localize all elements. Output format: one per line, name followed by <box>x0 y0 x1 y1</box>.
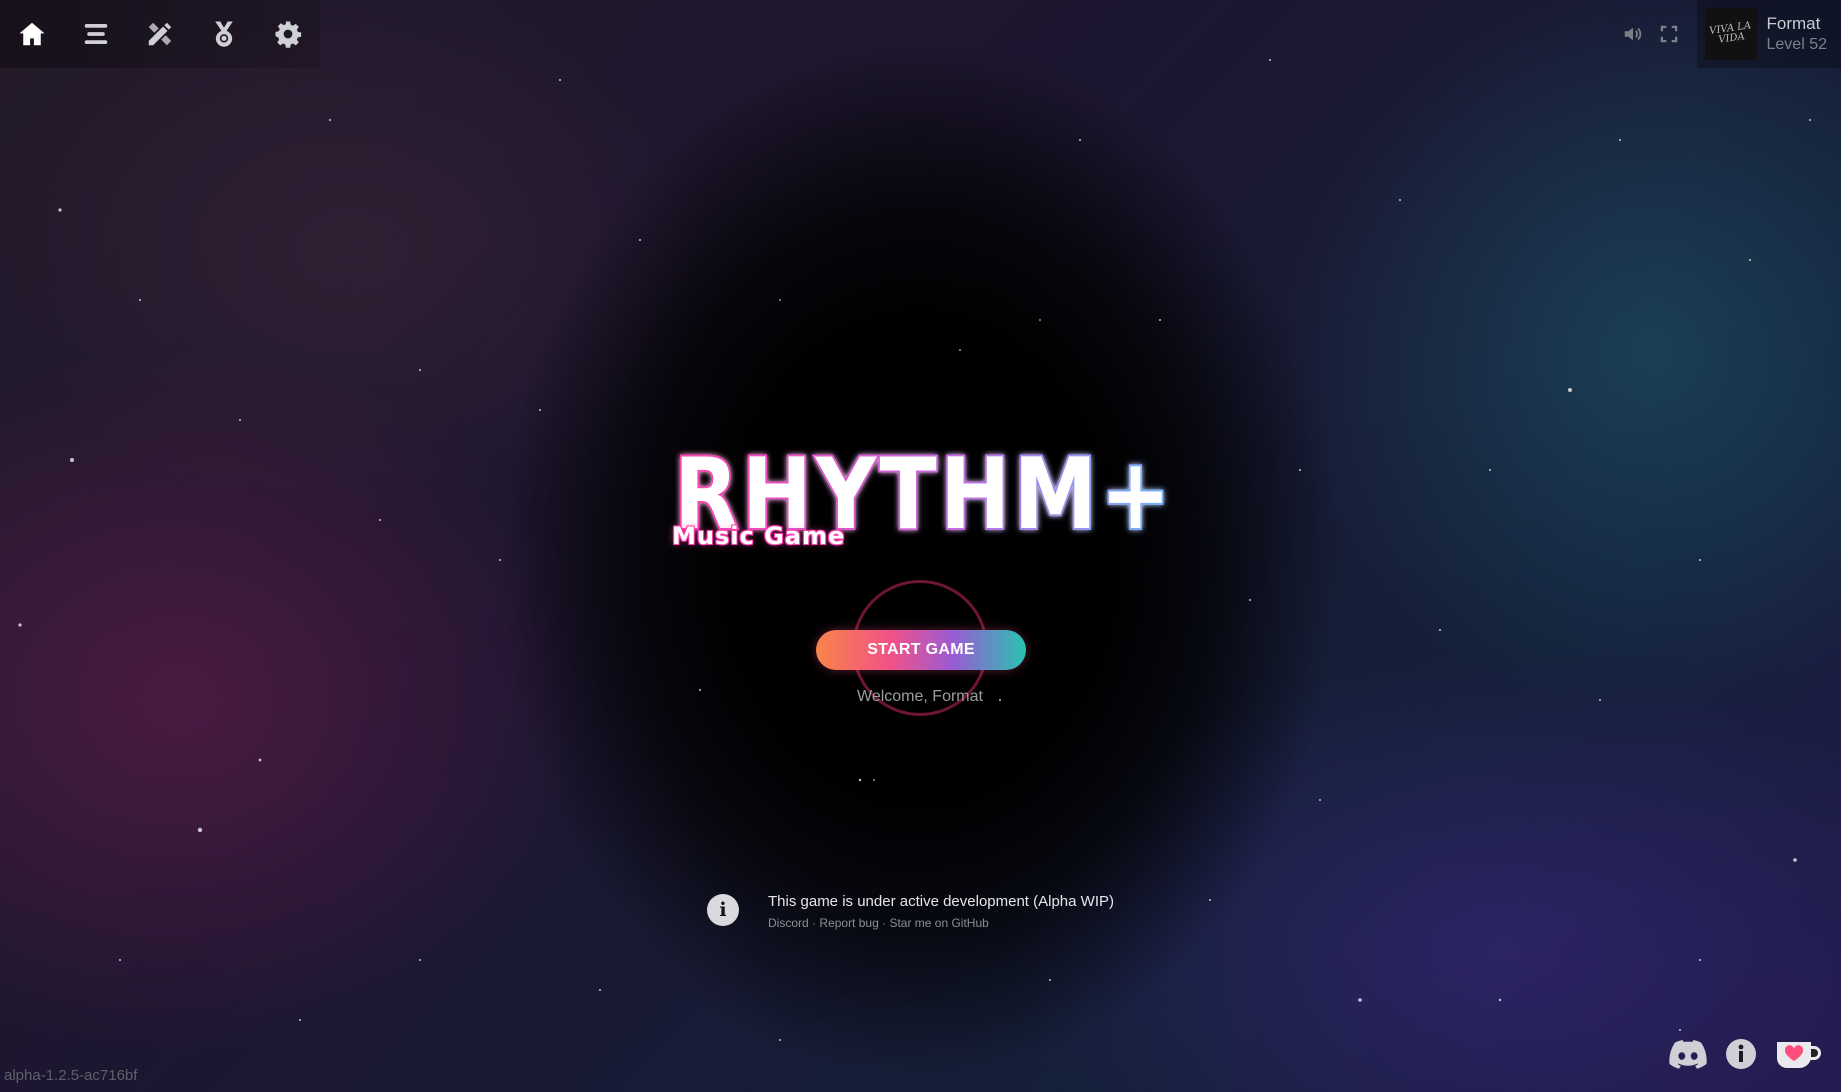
avatar: VIVA LA VIDA <box>1704 8 1757 60</box>
discord-button[interactable] <box>1669 1036 1707 1072</box>
kofi-button[interactable] <box>1775 1036 1823 1072</box>
avatar-text: VIVA LA VIDA <box>1708 20 1752 46</box>
game-logo: RHYTHM+ Music Game <box>668 436 1188 560</box>
version-label: alpha-1.2.5-ac716bf <box>4 1067 138 1084</box>
top-right-bar: VIVA LA VIDA Format Level 52 <box>1615 0 1841 68</box>
volume-button[interactable] <box>1615 16 1651 52</box>
nav-list-button[interactable] <box>64 0 128 68</box>
start-game-button[interactable]: START GAME <box>816 630 1026 670</box>
about-button[interactable] <box>1725 1036 1757 1072</box>
info-icon: i <box>707 894 739 926</box>
profile-button[interactable]: VIVA LA VIDA Format Level 52 <box>1696 0 1841 68</box>
profile-info: Format Level 52 <box>1767 14 1828 54</box>
volume-icon <box>1624 27 1641 41</box>
pencil-ruler-icon <box>148 22 172 46</box>
discord-link[interactable]: Discord <box>768 916 809 930</box>
link-separator: · <box>882 916 887 930</box>
medal-icon <box>215 21 233 47</box>
link-separator: · <box>812 916 817 930</box>
list-icon <box>84 24 108 44</box>
gear-icon <box>275 21 302 48</box>
user-level: Level 52 <box>1766 36 1828 53</box>
fullscreen-button[interactable] <box>1651 16 1687 52</box>
top-nav <box>0 0 320 68</box>
start-game-label: START GAME <box>867 641 975 658</box>
info-icon <box>1726 1039 1756 1069</box>
nav-achievements-button[interactable] <box>192 0 256 68</box>
username: Format <box>1766 14 1821 33</box>
fullscreen-icon <box>1660 25 1677 43</box>
home-icon <box>19 22 45 46</box>
kofi-icon <box>1777 1042 1821 1069</box>
nav-home-button[interactable] <box>0 0 64 68</box>
report-bug-link[interactable]: Report bug <box>819 916 878 930</box>
discord-icon <box>1669 1040 1707 1069</box>
dev-notice-text: This game is under active development (A… <box>768 893 1114 910</box>
welcome-text: Welcome, Format <box>857 688 983 705</box>
logo-subtitle: Music Game <box>672 522 846 550</box>
nav-editor-button[interactable] <box>128 0 192 68</box>
footer-icons <box>1651 1036 1823 1072</box>
dev-notice: This game is under active development (A… <box>768 893 1114 930</box>
notice-links: Discord · Report bug · Star me on GitHub <box>768 916 1114 930</box>
nav-settings-button[interactable] <box>256 0 320 68</box>
github-link[interactable]: Star me on GitHub <box>889 916 988 930</box>
